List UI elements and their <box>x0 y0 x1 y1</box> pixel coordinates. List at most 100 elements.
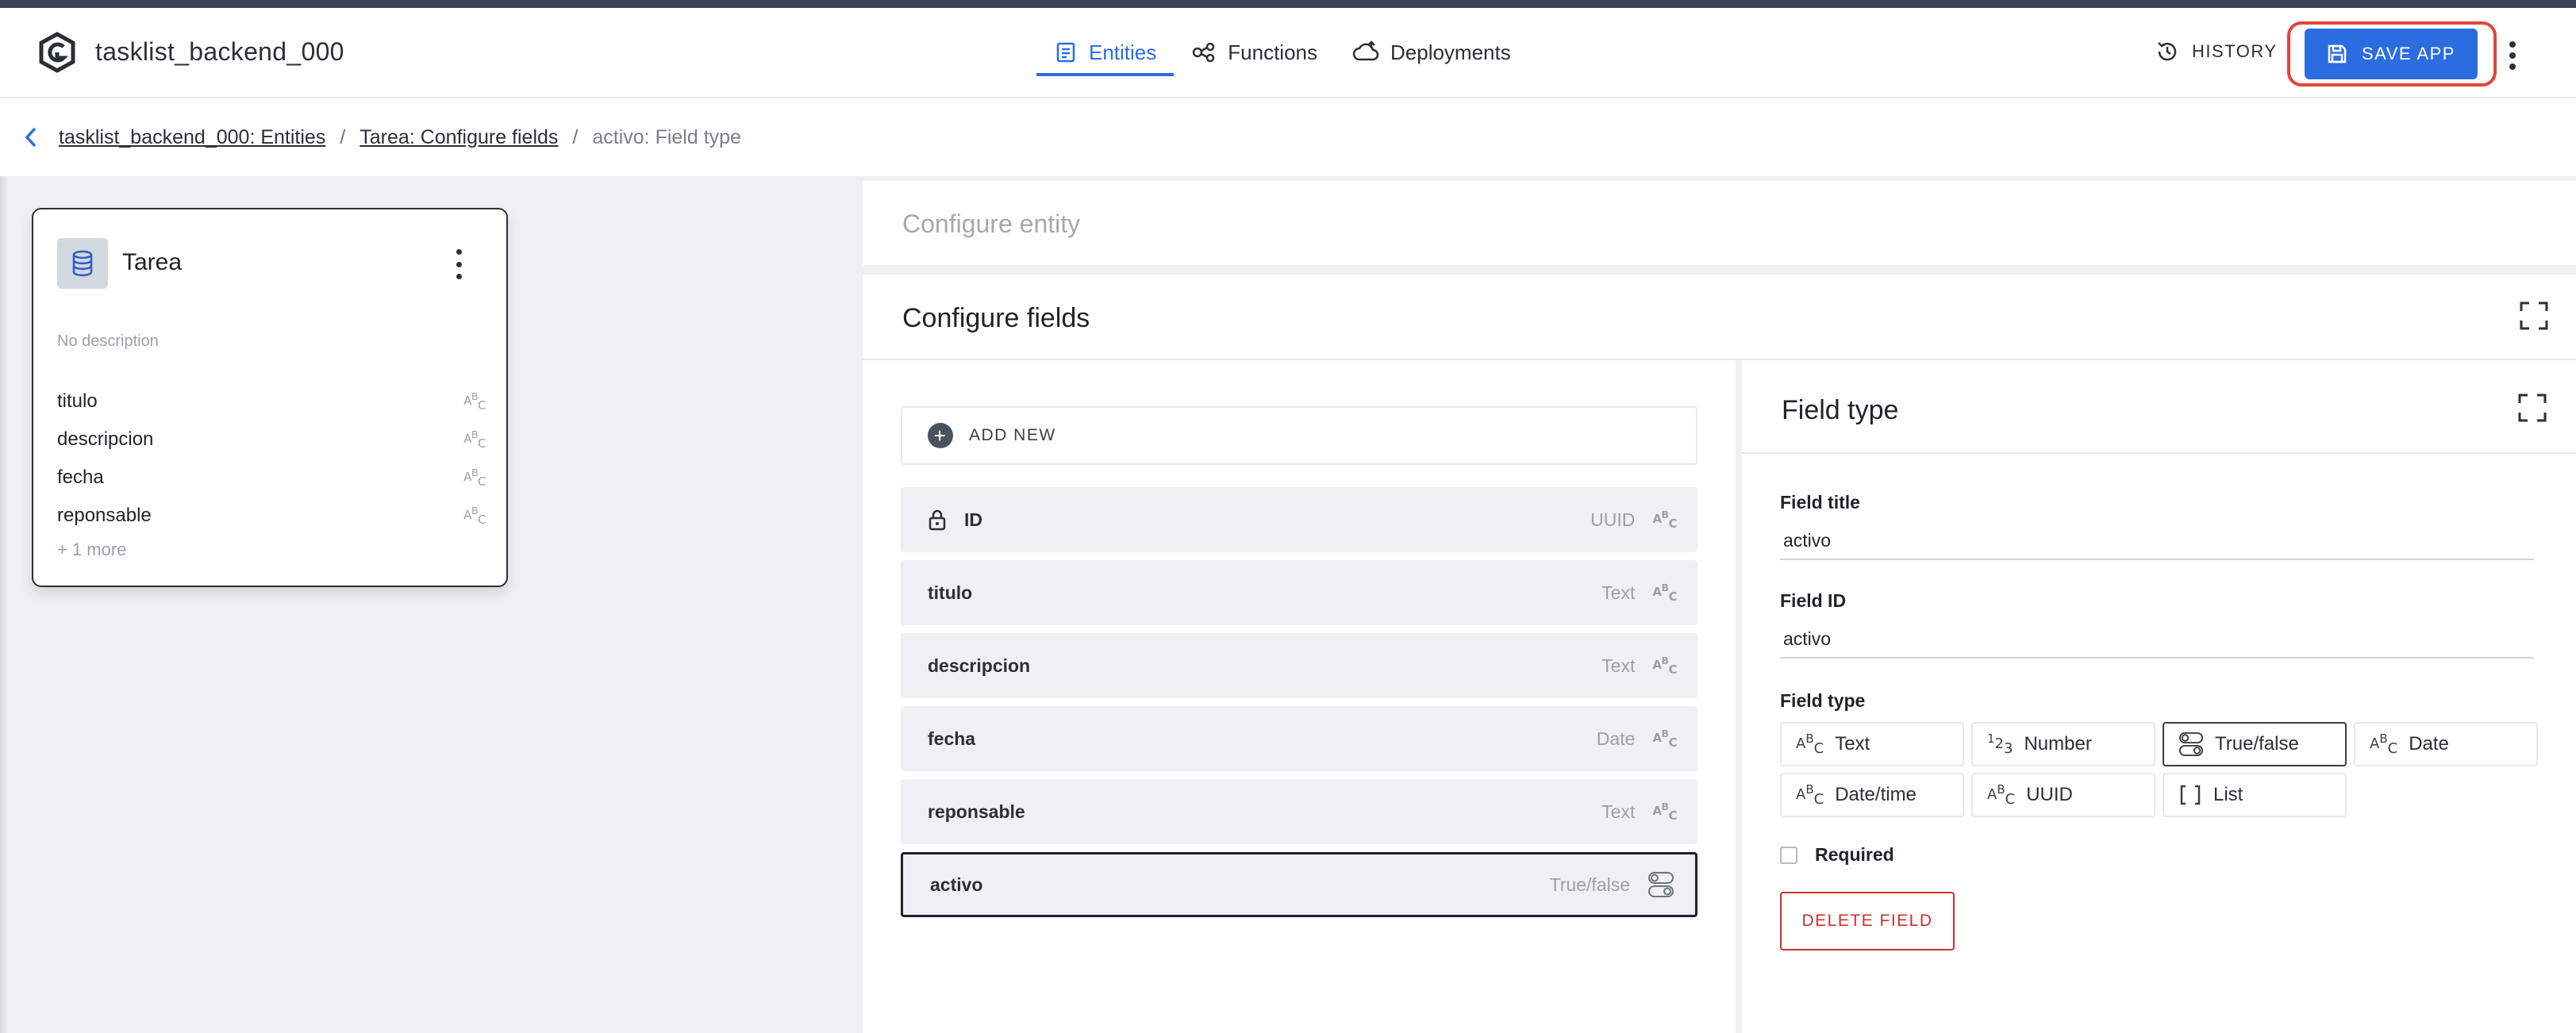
field-row-reponsable[interactable]: reponsable Text ABC <box>901 779 1697 844</box>
breadcrumb: tasklist_backend_000: Entities / Tarea: … <box>0 98 2576 176</box>
entity-menu-icon[interactable] <box>454 249 463 279</box>
toggle-icon <box>2178 732 2204 757</box>
abc-icon: ABC <box>1987 782 2016 808</box>
expand-icon[interactable] <box>2518 394 2547 422</box>
option-label: UUID <box>2026 784 2073 805</box>
breadcrumb-configure-fields-link[interactable]: Tarea: Configure fields <box>359 126 558 149</box>
field-type-option-date[interactable]: ABC Date <box>2354 722 2538 766</box>
panel-divider <box>1736 360 1742 1033</box>
abc-icon: ABC <box>1652 509 1677 531</box>
option-label: List <box>2213 784 2243 805</box>
entity-field-name: fecha <box>57 467 104 488</box>
top-strip <box>0 0 2576 8</box>
list-icon <box>2180 785 2201 805</box>
main-nav: Entities Functions Deployments <box>1036 8 1528 97</box>
configure-entity-title: Configure entity <box>902 209 1081 238</box>
entity-field-item: reponsable ABC <box>57 497 486 535</box>
abc-icon: ABC <box>1652 582 1677 604</box>
save-app-label: SAVE APP <box>2362 44 2455 63</box>
cloud-upload-icon <box>1352 40 1379 61</box>
option-label: True/false <box>2215 733 2299 755</box>
configure-fields-panel: Configure fields + ADD NEW ID UUID ABC t… <box>863 275 2576 1033</box>
entity-more-fields: + 1 more <box>57 540 127 559</box>
entity-field-item: titulo ABC <box>57 382 486 420</box>
breadcrumb-separator: / <box>340 125 346 148</box>
app-logo-icon[interactable] <box>37 32 78 73</box>
entity-card[interactable]: Tarea No description titulo ABC descripci… <box>32 208 508 587</box>
tab-entities-label: Entities <box>1089 40 1157 64</box>
option-label: Text <box>1835 733 1870 755</box>
field-type-option-true-false[interactable]: True/false <box>2163 722 2347 766</box>
tab-entities[interactable]: Entities <box>1036 8 1175 97</box>
add-new-label: ADD NEW <box>969 426 1056 444</box>
option-label: Date <box>2409 733 2449 755</box>
field-title-label: Field title <box>1780 492 1860 513</box>
breadcrumb-entities-link[interactable]: tasklist_backend_000: Entities <box>59 126 325 149</box>
history-label: HISTORY <box>2192 41 2278 61</box>
entity-field-name: descripcion <box>57 428 154 450</box>
abc-icon: ABC <box>463 428 486 451</box>
abc-icon: ABC <box>1652 728 1677 750</box>
add-new-field-button[interactable]: + ADD NEW <box>901 406 1697 465</box>
tab-deployments-label: Deployments <box>1390 40 1511 64</box>
delete-field-button[interactable]: DELETE FIELD <box>1780 892 1955 950</box>
field-row-fecha[interactable]: fecha Date ABC <box>901 706 1697 771</box>
history-icon <box>2158 42 2177 61</box>
plus-circle-icon: + <box>928 423 953 448</box>
field-type-option-number[interactable]: 123 Number <box>1971 722 2155 766</box>
functions-icon <box>1193 42 1215 63</box>
database-icon <box>57 238 108 289</box>
field-title-input[interactable]: activo <box>1780 524 2534 560</box>
save-icon <box>2328 44 2347 63</box>
tab-functions[interactable]: Functions <box>1174 8 1335 97</box>
field-type-option-text[interactable]: ABC Text <box>1780 722 1964 766</box>
abc-icon: ABC <box>1796 732 1824 757</box>
field-type-option-datetime[interactable]: ABC Date/time <box>1780 773 1964 817</box>
entities-icon <box>1056 42 1075 63</box>
field-name: titulo <box>928 582 973 603</box>
required-checkbox[interactable]: Required <box>1780 844 1894 866</box>
field-type-panel: Field type Field title activo Field ID a… <box>1742 365 2576 1033</box>
abc-icon: ABC <box>463 390 486 413</box>
entity-field-name: titulo <box>57 390 98 412</box>
more-menu-icon[interactable] <box>2508 41 2517 70</box>
number-icon: 123 <box>1987 732 2013 757</box>
field-type: Text <box>1601 801 1636 822</box>
checkbox-box[interactable] <box>1780 846 1797 864</box>
field-type: True/false <box>1549 874 1630 895</box>
entity-name: Tarea <box>122 249 183 275</box>
field-name: descripcion <box>928 655 1031 676</box>
field-row-titulo[interactable]: titulo Text ABC <box>901 560 1697 625</box>
field-row-id[interactable]: ID UUID ABC <box>901 487 1697 552</box>
configure-fields-title: Configure fields <box>902 303 1090 333</box>
field-id-label: Field ID <box>1780 590 1847 611</box>
entity-field-item: descripcion ABC <box>57 420 486 459</box>
field-type-option-list[interactable]: List <box>2163 773 2347 817</box>
field-type-option-uuid[interactable]: ABC UUID <box>1971 773 2155 817</box>
field-row-descripcion[interactable]: descripcion Text ABC <box>901 633 1697 698</box>
expand-icon[interactable] <box>2520 301 2548 330</box>
field-type: Text <box>1601 655 1636 676</box>
option-label: Number <box>2024 733 2092 755</box>
entity-field-list: titulo ABC descripcion ABC fecha ABC repons… <box>57 382 486 535</box>
canvas-edge-shadow <box>0 176 8 1033</box>
field-id-input[interactable]: activo <box>1780 622 2534 659</box>
field-type-label: Field type <box>1780 690 1866 711</box>
tab-deployments[interactable]: Deployments <box>1335 8 1528 97</box>
divider <box>1742 452 2576 454</box>
field-type: UUID <box>1590 509 1636 530</box>
save-app-button[interactable]: SAVE APP <box>2305 29 2478 79</box>
app-header: tasklist_backend_000 Entities Functions … <box>0 8 2576 98</box>
field-row-activo[interactable]: activo True/false <box>901 852 1697 917</box>
breadcrumb-separator: / <box>572 125 579 148</box>
lock-icon <box>929 509 946 531</box>
history-button[interactable]: HISTORY <box>2155 40 2278 63</box>
abc-icon: ABC <box>1796 782 1824 808</box>
field-name: fecha <box>928 728 976 749</box>
back-chevron-icon[interactable] <box>24 126 38 148</box>
fields-list: + ADD NEW ID UUID ABC titulo Text ABC de… <box>863 360 1736 1033</box>
required-label: Required <box>1815 844 1894 865</box>
abc-icon: ABC <box>2370 732 2398 757</box>
configure-entity-panel[interactable]: Configure entity <box>863 181 2576 265</box>
field-type: Date <box>1596 728 1636 749</box>
